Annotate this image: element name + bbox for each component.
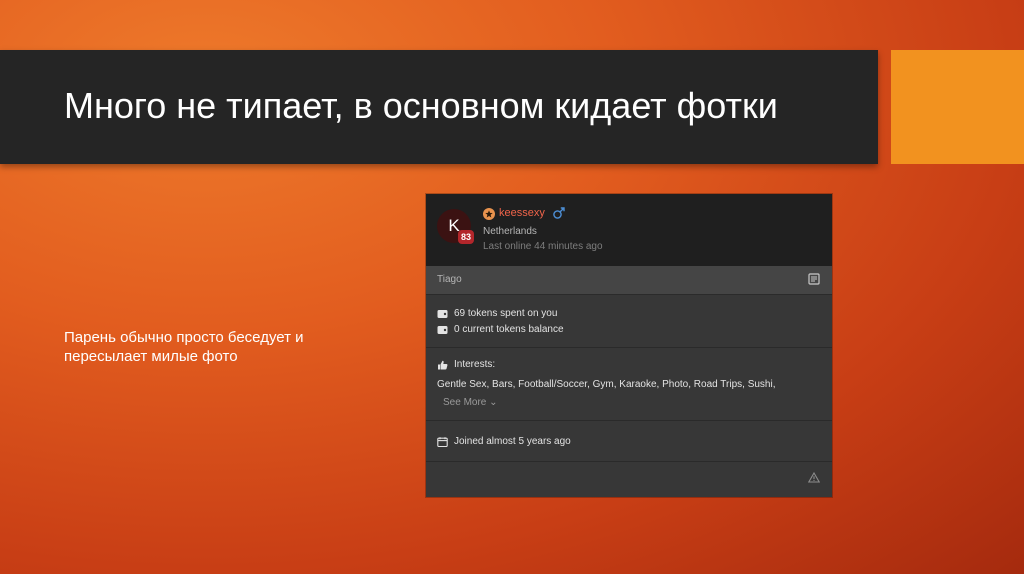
- chevron-down-icon: ⌄: [489, 397, 498, 408]
- slide-title: Много не типает, в основном кидает фотки: [64, 85, 778, 126]
- username-link[interactable]: keessexy: [499, 207, 545, 219]
- joined-text: Joined almost 5 years ago: [454, 436, 571, 447]
- slide: Много не типает, в основном кидает фотки…: [0, 0, 1024, 574]
- star-icon: [483, 208, 495, 220]
- level-badge: 83: [458, 230, 474, 244]
- wallet-icon: [437, 310, 448, 318]
- divider: [426, 347, 832, 348]
- accent-box: [891, 50, 1024, 164]
- male-gender-icon: [553, 207, 565, 219]
- notes-bar[interactable]: Tiago: [426, 266, 832, 295]
- notes-icon[interactable]: [808, 273, 820, 285]
- profile-screenshot: K 83 keessexy Netherlands Last online 44…: [426, 194, 832, 497]
- tokens-spent-text: 69 tokens spent on you: [454, 308, 558, 319]
- last-online-text: Last online 44 minutes ago: [483, 241, 603, 252]
- divider: [426, 461, 832, 462]
- slide-body-text: Парень обычно просто беседует и пересыла…: [64, 329, 304, 365]
- thumbs-up-icon: [438, 360, 448, 370]
- profile-header: K 83 keessexy Netherlands Last online 44…: [426, 194, 832, 266]
- see-more-label: See More: [443, 397, 487, 408]
- interests-list: Gentle Sex, Bars, Football/Soccer, Gym, …: [437, 379, 776, 390]
- notes-name: Tiago: [437, 274, 462, 285]
- divider: [426, 420, 832, 421]
- interests-label: Interests:: [454, 359, 496, 370]
- calendar-icon: [437, 437, 448, 447]
- see-more-link[interactable]: See More ⌄: [443, 397, 498, 408]
- wallet-icon: [437, 326, 448, 334]
- tokens-balance-text: 0 current tokens balance: [454, 324, 564, 335]
- country-text: Netherlands: [483, 226, 537, 237]
- report-warning-icon[interactable]: [808, 472, 820, 483]
